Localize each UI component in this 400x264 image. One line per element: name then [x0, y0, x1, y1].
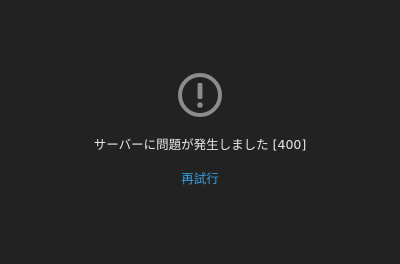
error-message: サーバーに問題が発生しました [400] [93, 137, 307, 152]
retry-container: 再試行 [0, 170, 400, 187]
error-screen: サーバーに問題が発生しました [400] 再試行 [0, 0, 400, 264]
retry-link[interactable]: 再試行 [181, 171, 219, 186]
exclamation-circle-icon [177, 72, 223, 118]
